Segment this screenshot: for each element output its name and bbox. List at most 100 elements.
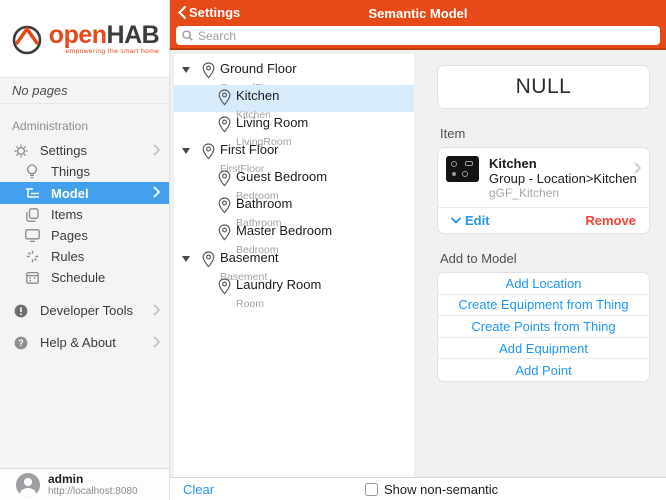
content-area: Ground FloorGroundFloor KitchenKitchen L…	[170, 50, 666, 477]
tree-item-master-bedroom[interactable]: Master BedroomBedroom	[174, 220, 414, 247]
search-icon	[182, 30, 193, 41]
add-location-button[interactable]: Add Location	[438, 273, 649, 295]
openhab-logo: openHAB empowering the smart home	[10, 22, 159, 56]
add-to-model-section-label: Add to Model	[440, 251, 650, 266]
user-account[interactable]: admin http://localhost:8080	[0, 468, 169, 500]
openhab-logo-icon	[10, 22, 44, 56]
location-pin-icon	[218, 278, 231, 295]
tree-item-subtitle: Room	[236, 298, 264, 310]
expand-arrow-icon[interactable]	[182, 67, 190, 73]
location-pin-icon	[202, 143, 215, 160]
tree-item-kitchen[interactable]: KitchenKitchen	[174, 85, 414, 112]
location-pin-icon	[218, 89, 231, 106]
svg-text:?: ?	[18, 338, 24, 348]
edit-button[interactable]: Edit	[451, 213, 490, 228]
search-bar[interactable]	[176, 26, 660, 45]
sidebar-item-label: Help & About	[40, 335, 116, 350]
sidebar-item-help-about[interactable]: ? Help & About	[0, 332, 169, 353]
show-non-semantic-checkbox[interactable]	[365, 483, 378, 496]
page-title: Semantic Model	[170, 6, 666, 21]
tree-item-first-floor[interactable]: First FloorFirstFloor	[174, 139, 414, 166]
spark-icon	[24, 249, 40, 265]
tree-item-laundry-room[interactable]: Laundry RoomRoom	[174, 274, 414, 301]
lightbulb-icon	[24, 164, 40, 180]
logo-tagline: empowering the smart home	[66, 48, 160, 55]
logo-area: openHAB empowering the smart home	[0, 0, 169, 78]
sidebar-item-label: Pages	[51, 228, 88, 243]
item-name: Kitchen	[489, 156, 637, 171]
sidebar-item-developer-tools[interactable]: Developer Tools	[0, 300, 169, 321]
location-pin-icon	[218, 197, 231, 214]
footer-toolbar: Clear Show non-semantic	[170, 477, 666, 500]
add-point-button[interactable]: Add Point	[438, 359, 649, 381]
tree-item-ground-floor[interactable]: Ground FloorGroundFloor	[174, 58, 414, 85]
gear-icon	[13, 143, 29, 159]
chevron-right-icon	[153, 304, 160, 316]
chevron-down-icon	[451, 217, 461, 224]
sidebar-item-pages[interactable]: Pages	[0, 225, 169, 246]
item-thumbnail-image	[446, 156, 479, 182]
no-pages-label: No pages	[0, 78, 169, 104]
chevron-right-icon	[153, 336, 160, 348]
sidebar-item-label: Rules	[51, 249, 84, 264]
location-pin-icon	[202, 251, 215, 268]
item-link[interactable]: Kitchen Group - Location>Kitchen gGF_Kit…	[438, 148, 649, 207]
sidebar: openHAB empowering the smart home No pag…	[0, 0, 170, 500]
monitor-icon	[24, 228, 40, 244]
sidebar-item-things[interactable]: Things	[0, 161, 169, 182]
item-type: Group - Location>Kitchen	[489, 171, 637, 186]
add-equipment-button[interactable]: Add Equipment	[438, 338, 649, 360]
logo-wordmark: openHAB	[49, 23, 159, 47]
location-pin-icon	[218, 170, 231, 187]
tree-item-bathroom[interactable]: BathroomBathroom	[174, 193, 414, 220]
sidebar-item-label: Model	[51, 186, 89, 201]
item-card: Kitchen Group - Location>Kitchen gGF_Kit…	[437, 147, 650, 234]
location-pin-icon	[218, 224, 231, 241]
expand-arrow-icon[interactable]	[182, 148, 190, 154]
tree-item-title: Basement	[220, 250, 279, 265]
tree-item-title: Master Bedroom	[236, 223, 332, 238]
sidebar-item-schedule[interactable]: Schedule	[0, 267, 169, 288]
sidebar-item-items[interactable]: Items	[0, 204, 169, 225]
chevron-right-icon	[153, 144, 160, 156]
exclamation-circle-icon	[13, 303, 29, 319]
tree-item-basement[interactable]: BasementBasement	[174, 247, 414, 274]
administration-section-label: Administration	[12, 119, 169, 133]
sidebar-item-rules[interactable]: Rules	[0, 246, 169, 267]
sidebar-item-model[interactable]: Model	[0, 182, 169, 204]
user-server-url: http://localhost:8080	[48, 486, 138, 497]
clear-button[interactable]: Clear	[183, 482, 214, 497]
sidebar-item-label: Things	[51, 164, 90, 179]
sidebar-item-label: Items	[51, 207, 83, 222]
tree-item-guest-bedroom[interactable]: Guest BedroomBedroom	[174, 166, 414, 193]
show-non-semantic-label: Show non-semantic	[384, 482, 498, 497]
add-to-model-card: Add Location Create Equipment from Thing…	[437, 272, 650, 382]
remove-button[interactable]: Remove	[585, 213, 636, 228]
show-non-semantic-toggle[interactable]: Show non-semantic	[365, 482, 498, 497]
details-panel: NULL Item Kitchen Group - Location>Kitch…	[437, 50, 650, 382]
semantic-tree-panel: Ground FloorGroundFloor KitchenKitchen L…	[174, 54, 414, 477]
sidebar-item-settings[interactable]: Settings	[0, 140, 169, 161]
semantic-model-page: openHAB empowering the smart home No pag…	[0, 0, 666, 500]
search-input[interactable]	[198, 29, 654, 43]
tree-item-title: Laundry Room	[236, 277, 321, 292]
sidebar-item-label: Settings	[40, 143, 87, 158]
tree-item-living-room[interactable]: Living RoomLivingRoom	[174, 112, 414, 139]
tree-item-title: Ground Floor	[220, 61, 297, 76]
chevron-right-icon	[153, 186, 160, 198]
avatar	[16, 473, 40, 497]
create-equipment-from-thing-button[interactable]: Create Equipment from Thing	[438, 295, 649, 317]
location-pin-icon	[202, 62, 215, 79]
create-points-from-thing-button[interactable]: Create Points from Thing	[438, 316, 649, 338]
tree-item-title: First Floor	[220, 142, 279, 157]
sidebar-item-label: Developer Tools	[40, 303, 133, 318]
item-section-label: Item	[440, 126, 650, 141]
item-state-display: NULL	[437, 65, 650, 109]
edit-label: Edit	[465, 213, 490, 228]
expand-arrow-icon[interactable]	[182, 256, 190, 262]
tree-item-title: Guest Bedroom	[236, 169, 327, 184]
location-pin-icon	[218, 116, 231, 133]
tree-item-title: Bathroom	[236, 196, 292, 211]
calendar-icon	[24, 270, 40, 286]
copy-icon	[24, 207, 40, 223]
